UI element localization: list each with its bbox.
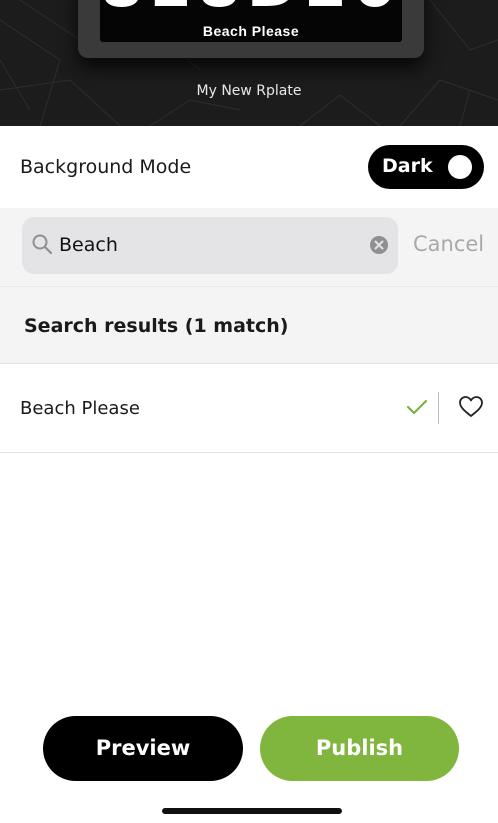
dark-mode-toggle[interactable]: Dark	[368, 145, 484, 189]
heart-icon[interactable]	[458, 395, 484, 419]
plate-display: 8E8D200 Beach Please	[100, 0, 402, 42]
plate-tagline: Beach Please	[202, 23, 300, 39]
publish-button[interactable]: Publish	[260, 716, 459, 781]
clear-icon[interactable]	[369, 235, 389, 255]
plate-name: My New Rplate	[196, 83, 302, 99]
preview-button[interactable]: Preview	[43, 716, 243, 781]
result-item[interactable]: Beach Please	[0, 364, 498, 453]
search-bar-container: Cancel	[0, 208, 498, 286]
checkmark-icon	[406, 399, 428, 415]
row-divider	[438, 392, 439, 424]
search-icon	[32, 234, 53, 255]
cancel-button[interactable]: Cancel	[413, 232, 484, 256]
result-item-label: Beach Please	[20, 398, 140, 419]
toggle-label: Dark	[382, 155, 433, 177]
toggle-knob	[448, 155, 472, 179]
plate-number: 8E8D200	[100, 0, 402, 21]
license-plate: 8E8D200 Beach Please	[78, 0, 424, 58]
background-mode-row: Background Mode Dark	[0, 126, 498, 208]
search-results-header: Search results (1 match)	[0, 286, 498, 364]
background-mode-label: Background Mode	[20, 156, 192, 178]
search-input[interactable]	[59, 230, 359, 260]
search-box[interactable]	[22, 217, 398, 274]
search-results-title: Search results (1 match)	[24, 315, 289, 337]
home-indicator	[162, 808, 342, 814]
plate-preview: 8E8D200 Beach Please My New Rplate	[0, 0, 498, 126]
